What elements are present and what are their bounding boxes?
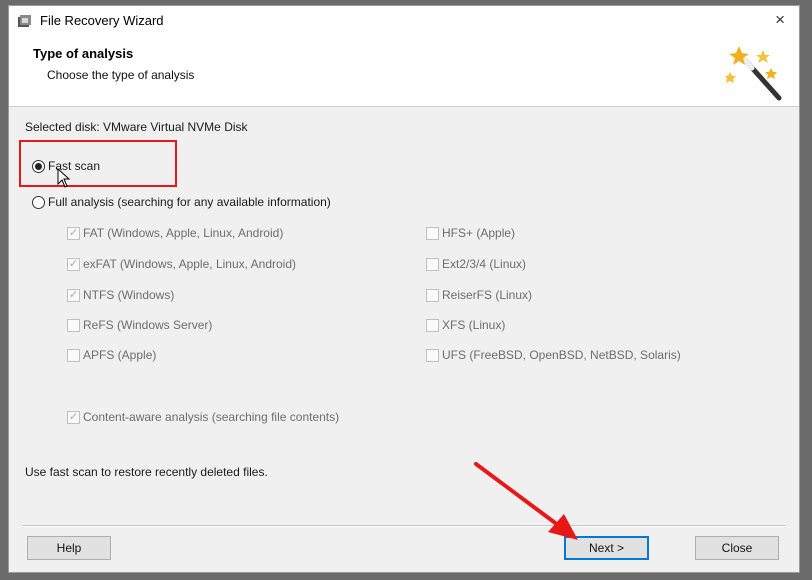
- xfs-checkbox[interactable]: [426, 319, 439, 332]
- title-bar: File Recovery Wizard ×: [9, 6, 799, 36]
- reiserfs-checkbox[interactable]: [426, 289, 439, 302]
- app-icon: [18, 15, 31, 27]
- page-subtitle: Choose the type of analysis: [47, 68, 195, 82]
- annotation-highlight-box: [19, 140, 177, 187]
- full-analysis-radio[interactable]: [32, 196, 45, 209]
- fat-checkbox[interactable]: ✓: [67, 227, 80, 240]
- apfs-label: APFS (Apple): [83, 348, 157, 362]
- close-window-icon[interactable]: ×: [775, 10, 785, 30]
- footer-separator: [23, 525, 785, 527]
- refs-label: ReFS (Windows Server): [83, 318, 213, 332]
- file-recovery-wizard-window: File Recovery Wizard × Type of analysis …: [8, 5, 800, 573]
- wizard-header: Type of analysis Choose the type of anal…: [9, 36, 799, 107]
- close-button[interactable]: Close: [695, 536, 779, 560]
- annotation-arrow-icon: [474, 462, 578, 540]
- exfat-checkbox[interactable]: ✓: [67, 258, 80, 271]
- ntfs-label: NTFS (Windows): [83, 288, 175, 302]
- magic-wand-icon: [725, 46, 782, 101]
- hfs-label: HFS+ (Apple): [442, 226, 516, 240]
- reiserfs-label: ReiserFS (Linux): [442, 288, 533, 302]
- refs-checkbox[interactable]: [67, 319, 80, 332]
- help-button[interactable]: Help: [27, 536, 111, 560]
- ufs-label: UFS (FreeBSD, OpenBSD, NetBSD, Solaris): [442, 348, 681, 362]
- selected-disk-label: Selected disk: VMware Virtual NVMe Disk: [25, 120, 248, 134]
- xfs-label: XFS (Linux): [442, 318, 506, 332]
- hfs-checkbox[interactable]: [426, 227, 439, 240]
- exfat-label: exFAT (Windows, Apple, Linux, Android): [83, 257, 296, 271]
- ufs-checkbox[interactable]: [426, 349, 439, 362]
- apfs-checkbox[interactable]: [67, 349, 80, 362]
- fat-label: FAT (Windows, Apple, Linux, Android): [83, 226, 284, 240]
- full-analysis-label[interactable]: Full analysis (searching for any availab…: [48, 195, 331, 209]
- content-aware-checkbox[interactable]: ✓: [67, 411, 80, 424]
- mouse-cursor-icon: [57, 168, 71, 188]
- hint-text: Use fast scan to restore recently delete…: [25, 465, 268, 479]
- ext-label: Ext2/3/4 (Linux): [442, 257, 527, 271]
- content-aware-label: Content-aware analysis (searching file c…: [83, 410, 340, 424]
- window-title: File Recovery Wizard: [40, 13, 164, 28]
- ntfs-checkbox[interactable]: ✓: [67, 289, 80, 302]
- page-title: Type of analysis: [33, 46, 134, 61]
- ext-checkbox[interactable]: [426, 258, 439, 271]
